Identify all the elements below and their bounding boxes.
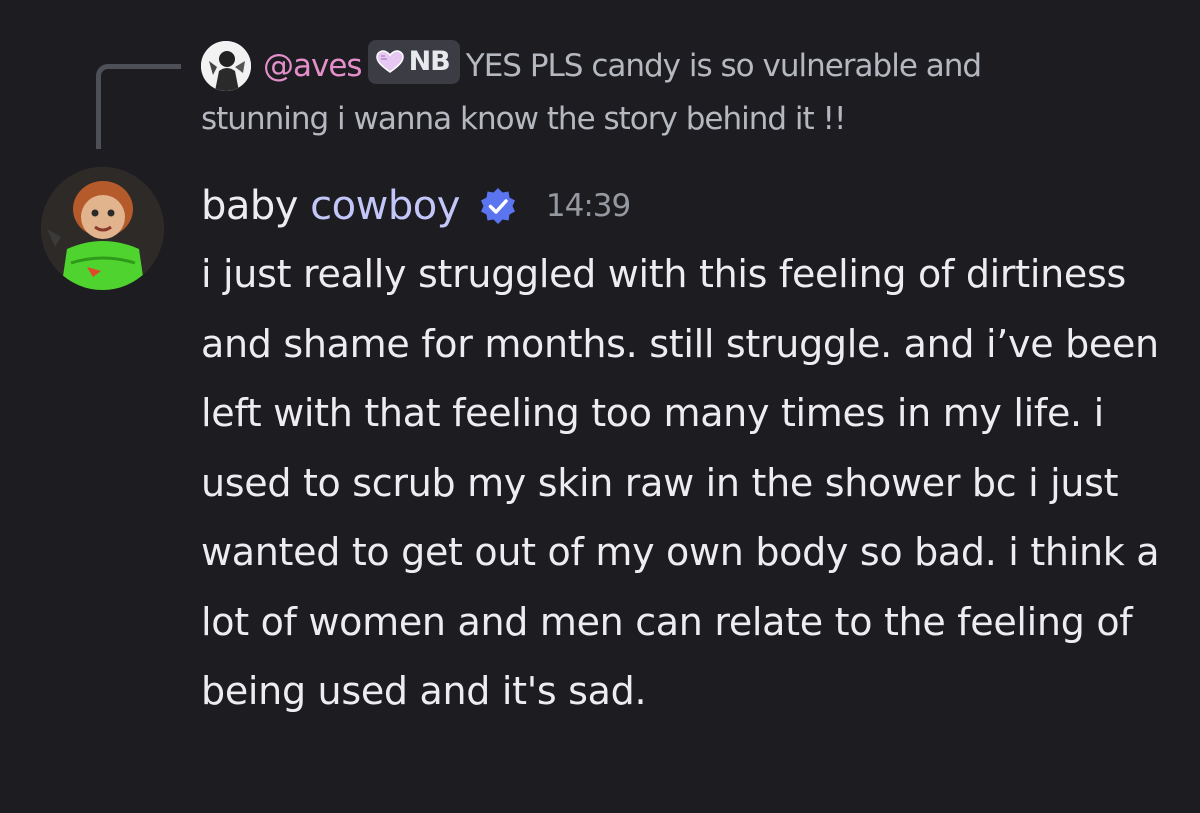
reply-preview[interactable]: @aves NB YES PLS candy is so vulnerable an… [201,40,1101,146]
avatar-image [41,167,164,290]
heart-icon [375,50,404,73]
nb-tag-label: NB [408,46,451,77]
reply-username[interactable]: @aves [263,48,363,84]
verified-badge-icon[interactable] [478,186,518,226]
reply-connector-line [96,64,181,149]
message-header: baby cowboy 14:39 [201,180,631,232]
nb-tag-badge[interactable]: NB [367,40,460,84]
message-timestamp[interactable]: 14:39 [546,188,631,224]
message-content: i just really struggled with this feelin… [201,252,1160,713]
avatar[interactable] [41,167,164,290]
message-username[interactable]: baby cowboy [201,183,460,229]
